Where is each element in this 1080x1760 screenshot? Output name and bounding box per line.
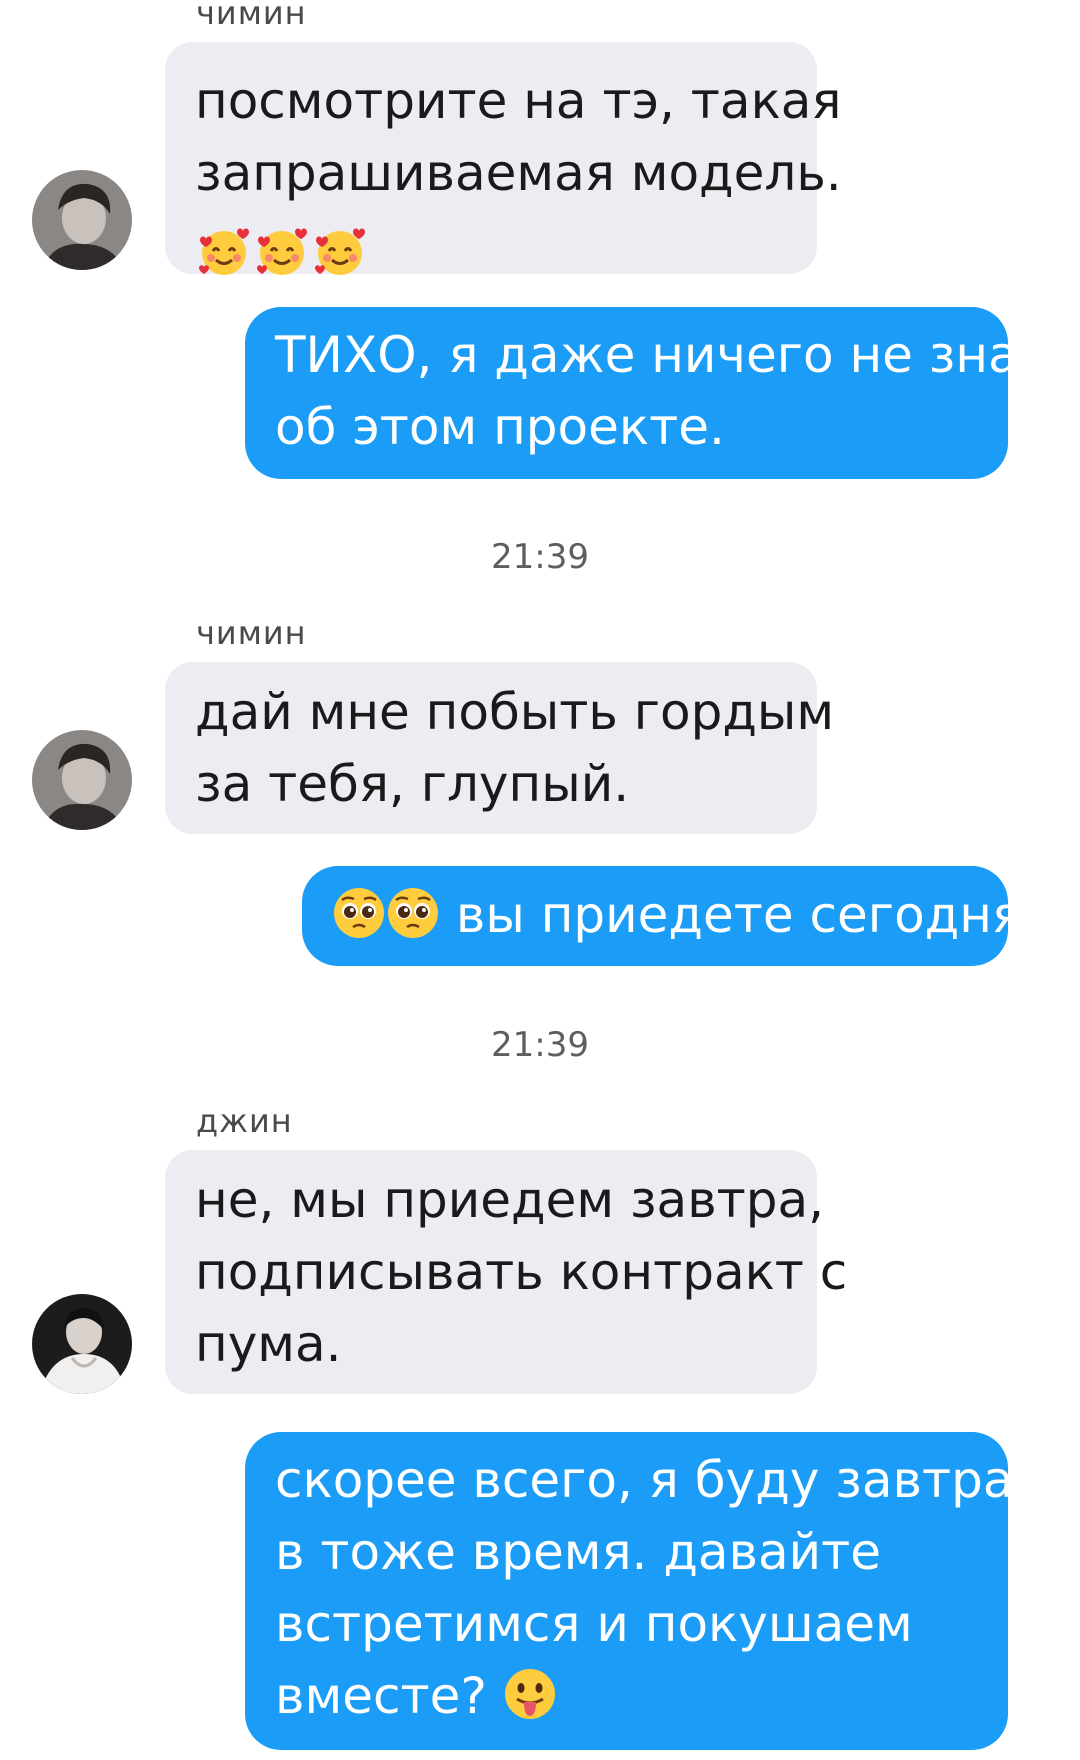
sender-name: джин xyxy=(196,1102,293,1140)
message-text-line: вы приедете сегодня? xyxy=(332,879,1049,951)
message-text: за тебя, глупый. xyxy=(195,755,630,813)
pleading-face-icon xyxy=(388,888,438,938)
message-text-line: вместе? xyxy=(275,1660,984,1732)
outgoing-message-bubble[interactable]: вы приедете сегодня? xyxy=(302,866,1049,966)
message-text: пума. xyxy=(195,1315,342,1373)
message-text: об этом проекте. xyxy=(275,398,725,456)
message-text: не, мы приедем завтра, xyxy=(195,1171,825,1229)
incoming-message-bubble[interactable]: посмотрите на тэ, такая запрашиваемая мо… xyxy=(165,42,842,275)
message-text: скорее всего, я буду завтра xyxy=(275,1451,1014,1509)
avatar-jimin[interactable] xyxy=(32,170,132,270)
smiling-face-with-hearts-icon xyxy=(257,227,307,275)
message-text: дай мне побыть гордым xyxy=(195,683,835,741)
message-text: вместе? xyxy=(275,1667,487,1725)
outgoing-message-bubble[interactable]: скорее всего, я буду завтра в тоже время… xyxy=(245,1432,1014,1750)
avatar-jimin[interactable] xyxy=(32,730,132,830)
sender-name: чимин xyxy=(196,614,307,652)
incoming-message-bubble[interactable]: не, мы приедем завтра, подписывать контр… xyxy=(165,1150,848,1394)
message-text: встретимся и покушаем xyxy=(275,1595,913,1653)
avatar-photo xyxy=(32,170,132,270)
avatar-photo xyxy=(32,730,132,830)
avatar-photo xyxy=(32,1294,132,1394)
incoming-message-bubble[interactable]: дай мне побыть гордым за тебя, глупый. xyxy=(165,662,835,834)
outgoing-message-bubble[interactable]: ТИХО, я даже ничего не знаю об этом прое… xyxy=(245,307,1061,479)
avatar-jin[interactable] xyxy=(32,1294,132,1394)
message-text: вы приедете сегодня? xyxy=(455,886,1049,944)
message-text: ТИХО, я даже ничего не знаю xyxy=(275,326,1061,384)
message-text: в тоже время. давайте xyxy=(275,1523,882,1581)
smiling-face-with-hearts-icon xyxy=(199,227,249,275)
timestamp: 21:39 xyxy=(491,1025,589,1065)
timestamp: 21:39 xyxy=(491,537,589,577)
face-with-tongue-icon xyxy=(504,1669,555,1719)
emoji-row xyxy=(195,222,369,280)
smiling-face-with-hearts-icon xyxy=(315,227,365,275)
message-text: посмотрите на тэ, такая xyxy=(195,72,842,130)
sender-name: чимин xyxy=(196,0,307,32)
pleading-face-icon xyxy=(334,888,384,938)
message-text: запрашиваемая модель. xyxy=(195,144,842,202)
message-text: подписывать контракт с xyxy=(195,1243,848,1301)
